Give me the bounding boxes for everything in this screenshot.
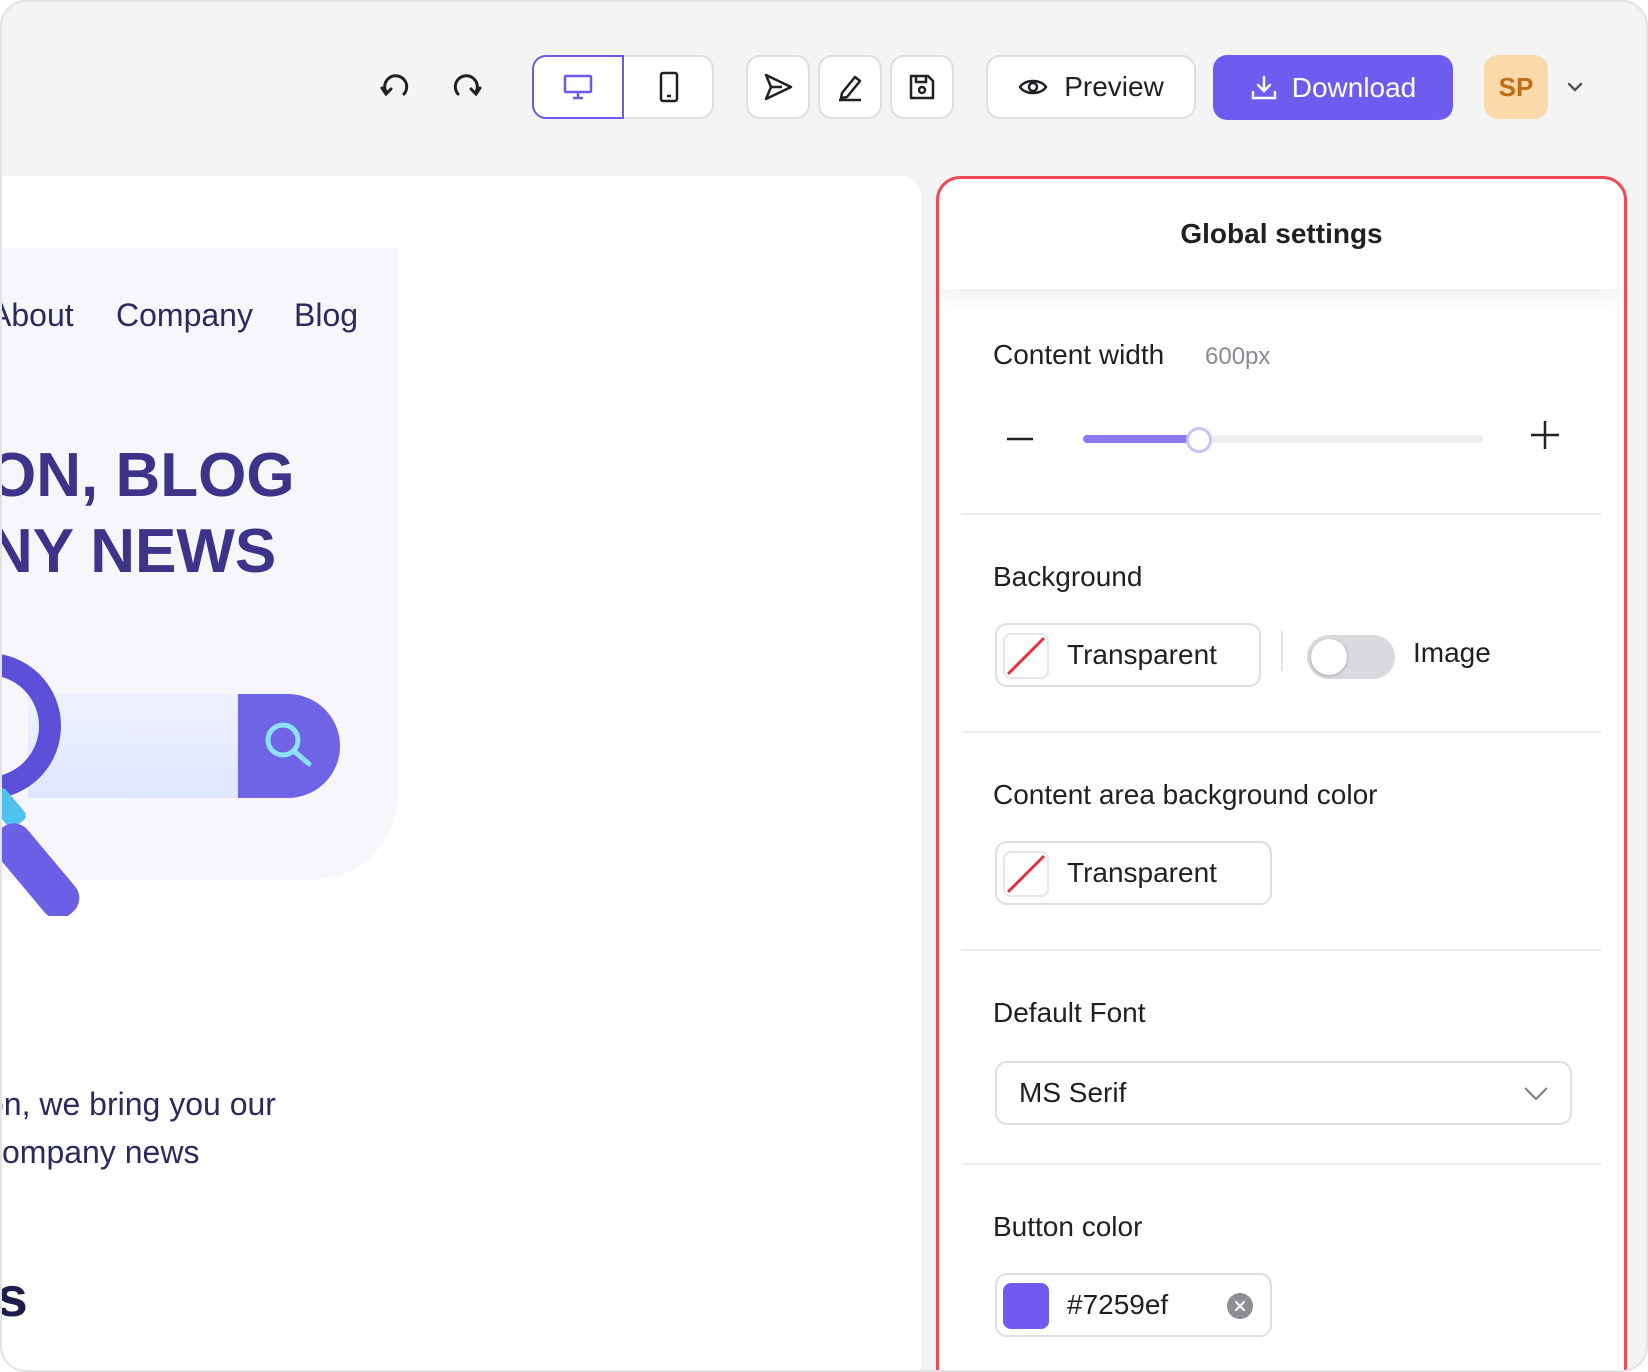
panel-title: Global settings xyxy=(939,179,1624,289)
hero-title[interactable]: ON, BLOG NY NEWS xyxy=(0,438,295,590)
content-width-value: 600px xyxy=(1205,343,1271,370)
content-area-bg-label: Content area background color xyxy=(993,779,1378,810)
nav-link-company[interactable]: Company xyxy=(116,297,253,334)
email-canvas[interactable]: About Company Blog ON, BLOG NY NEWS on, … xyxy=(0,176,921,1370)
email-editor-app: Preview Download SP About Company Blog O… xyxy=(0,0,1648,1372)
search-illustration-button xyxy=(238,694,340,798)
content-area-color-picker[interactable]: Transparent xyxy=(995,841,1272,905)
image-toggle[interactable] xyxy=(1307,635,1395,679)
transparent-swatch-icon xyxy=(1003,633,1049,679)
chevron-down-icon xyxy=(1524,1087,1548,1101)
download-label: Download xyxy=(1291,71,1417,103)
intro-line-2: company news xyxy=(0,1134,200,1170)
divider xyxy=(1281,631,1283,671)
toggle-knob xyxy=(1311,639,1347,675)
clear-color-button[interactable] xyxy=(1227,1293,1253,1319)
preview-button[interactable]: Preview xyxy=(986,55,1196,119)
download-icon xyxy=(1251,75,1276,99)
desktop-view-button[interactable] xyxy=(532,55,624,119)
device-toggle xyxy=(532,55,714,119)
magnifier-illustration-icon xyxy=(2,654,80,916)
save-icon xyxy=(909,74,935,100)
button-color-swatch xyxy=(1003,1283,1049,1329)
hero-title-line-2: NY NEWS xyxy=(0,517,277,586)
send-test-button[interactable] xyxy=(746,55,810,119)
section-title[interactable]: ts xyxy=(2,1264,28,1329)
send-icon xyxy=(764,73,793,101)
download-button[interactable]: Download xyxy=(1213,55,1453,120)
chevron-down-icon[interactable] xyxy=(1560,72,1590,102)
pencil-icon xyxy=(839,75,862,102)
button-color-value: #7259ef xyxy=(1067,1289,1169,1320)
undo-icon[interactable] xyxy=(370,62,420,112)
plus-icon xyxy=(1531,421,1559,449)
button-color-label: Button color xyxy=(993,1211,1143,1242)
increase-width-button[interactable] xyxy=(1529,419,1569,459)
intro-line-1: on, we bring you our xyxy=(0,1086,276,1122)
decrease-width-button[interactable] xyxy=(1005,419,1045,459)
save-button[interactable] xyxy=(890,55,954,119)
default-font-select[interactable]: MS Serif xyxy=(995,1061,1572,1125)
redo-icon[interactable] xyxy=(442,62,492,112)
hero-title-line-1: ON, BLOG xyxy=(0,441,295,510)
eye-icon xyxy=(1018,79,1048,95)
background-color-picker[interactable]: Transparent xyxy=(995,623,1261,687)
image-label: Image xyxy=(1413,637,1491,668)
background-color-value: Transparent xyxy=(1067,639,1217,670)
minus-icon xyxy=(1007,437,1033,441)
avatar[interactable]: SP xyxy=(1484,55,1548,119)
content-width-slider-thumb[interactable] xyxy=(1186,427,1212,453)
default-font-label: Default Font xyxy=(993,997,1146,1028)
button-color-picker[interactable]: #7259ef xyxy=(995,1273,1272,1337)
default-font-value: MS Serif xyxy=(1019,1077,1127,1108)
divider xyxy=(961,731,1601,733)
mobile-view-button[interactable] xyxy=(624,55,714,119)
divider xyxy=(961,1163,1601,1165)
divider xyxy=(961,949,1601,951)
search-icon xyxy=(265,722,312,767)
preview-label: Preview xyxy=(1064,71,1164,102)
global-settings-panel: Global settings Content width 600px Back… xyxy=(936,176,1627,1370)
close-icon xyxy=(1235,1301,1245,1311)
content-area-color-value: Transparent xyxy=(1067,857,1217,888)
content-width-slider-fill xyxy=(1083,435,1199,443)
nav-link-about[interactable]: About xyxy=(2,297,74,334)
transparent-swatch-icon xyxy=(1003,851,1049,897)
desktop-icon xyxy=(563,74,593,100)
content-width-label: Content width xyxy=(993,339,1165,370)
nav-link-blog[interactable]: Blog xyxy=(294,297,358,334)
mobile-icon xyxy=(659,71,679,103)
background-label: Background xyxy=(993,561,1143,592)
intro-paragraph[interactable]: on, we bring you our company news xyxy=(0,1080,276,1176)
divider xyxy=(961,513,1601,515)
edit-button[interactable] xyxy=(818,55,882,119)
